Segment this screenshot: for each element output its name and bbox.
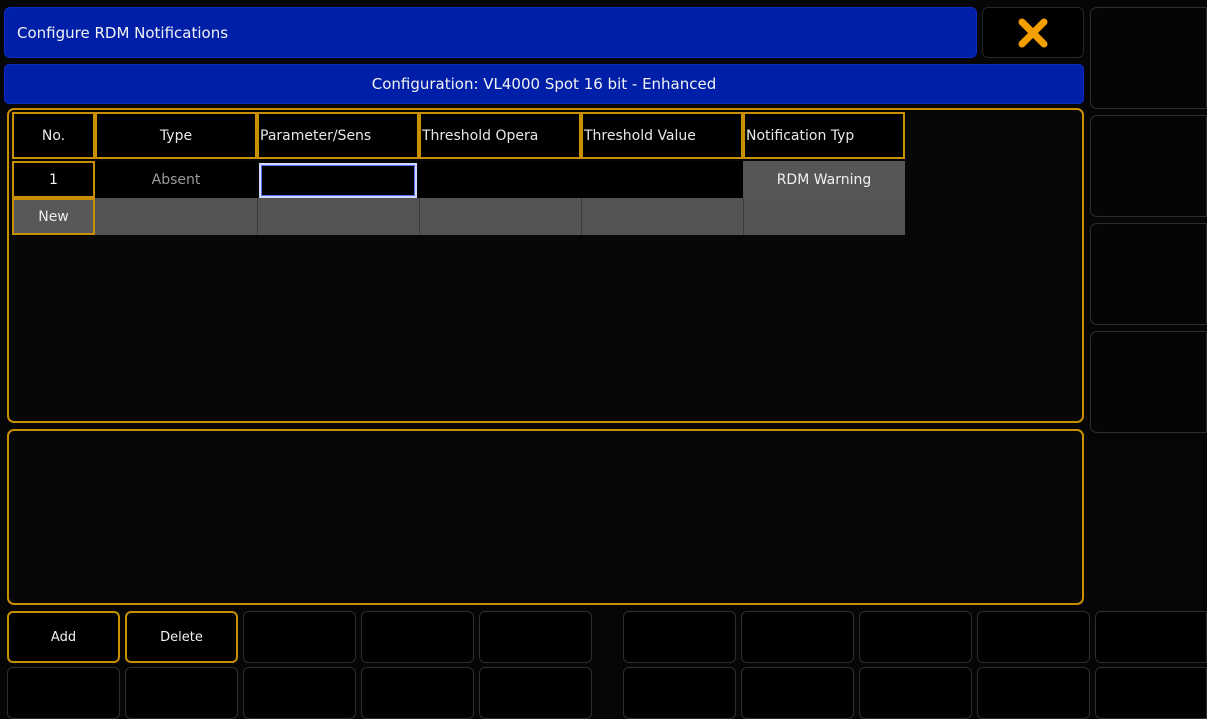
bottom-button-16[interactable] [623, 667, 736, 719]
new-row-notification-type[interactable] [743, 198, 905, 235]
new-row-button[interactable]: New [12, 198, 95, 235]
window-title-bar: Configure RDM Notifications [4, 7, 977, 58]
row-1-threshold-value[interactable] [581, 161, 743, 198]
bottom-button-8[interactable] [859, 611, 972, 663]
bottom-button-13[interactable] [243, 667, 356, 719]
add-button[interactable]: Add [7, 611, 120, 663]
bottom-button-19[interactable] [977, 667, 1090, 719]
column-header-notification-type[interactable]: Notification Typ [743, 112, 905, 159]
notifications-grid: No. Type Parameter/Sens Threshold Opera … [7, 108, 1084, 423]
configuration-header: Configuration: VL4000 Spot 16 bit - Enha… [4, 64, 1084, 104]
bottom-button-7[interactable] [741, 611, 854, 663]
delete-button-label: Delete [160, 629, 203, 645]
bottom-button-12[interactable] [125, 667, 238, 719]
new-row-parameter[interactable] [257, 198, 419, 235]
bottom-button-14[interactable] [361, 667, 474, 719]
close-icon [1018, 18, 1048, 47]
row-1-no[interactable]: 1 [12, 161, 95, 198]
side-button-4[interactable] [1090, 331, 1207, 433]
column-header-no[interactable]: No. [12, 112, 95, 159]
bottom-button-10[interactable] [1095, 611, 1207, 663]
rdm-notifications-window: Configure RDM Notifications Configuratio… [0, 0, 1207, 719]
bottom-button-18[interactable] [859, 667, 972, 719]
column-header-threshold-operator[interactable]: Threshold Opera [419, 112, 581, 159]
bottom-button-3[interactable] [243, 611, 356, 663]
close-button[interactable] [982, 7, 1084, 58]
new-row-threshold-operator[interactable] [419, 198, 581, 235]
row-1-parameter-input[interactable] [259, 163, 417, 198]
delete-button[interactable]: Delete [125, 611, 238, 663]
bottom-button-20[interactable] [1095, 667, 1207, 719]
bottom-button-17[interactable] [741, 667, 854, 719]
bottom-button-9[interactable] [977, 611, 1090, 663]
bottom-button-11[interactable] [7, 667, 120, 719]
bottom-button-5[interactable] [479, 611, 592, 663]
row-1-threshold-operator[interactable] [419, 161, 581, 198]
details-panel [7, 429, 1084, 605]
new-row-type[interactable] [95, 198, 257, 235]
new-row-threshold-value[interactable] [581, 198, 743, 235]
configuration-label: Configuration: VL4000 Spot 16 bit - Enha… [371, 75, 717, 93]
bottom-button-6[interactable] [623, 611, 736, 663]
window-title: Configure RDM Notifications [17, 23, 229, 42]
add-button-label: Add [50, 629, 77, 645]
row-1-notification-type[interactable]: RDM Warning [743, 161, 905, 198]
side-button-1[interactable] [1090, 7, 1207, 109]
column-header-threshold-value[interactable]: Threshold Value [581, 112, 743, 159]
row-1-type[interactable]: Absent [95, 161, 257, 198]
column-header-type[interactable]: Type [95, 112, 257, 159]
side-button-2[interactable] [1090, 115, 1207, 217]
bottom-button-4[interactable] [361, 611, 474, 663]
side-button-3[interactable] [1090, 223, 1207, 325]
bottom-button-15[interactable] [479, 667, 592, 719]
column-header-parameter[interactable]: Parameter/Sens [257, 112, 419, 159]
